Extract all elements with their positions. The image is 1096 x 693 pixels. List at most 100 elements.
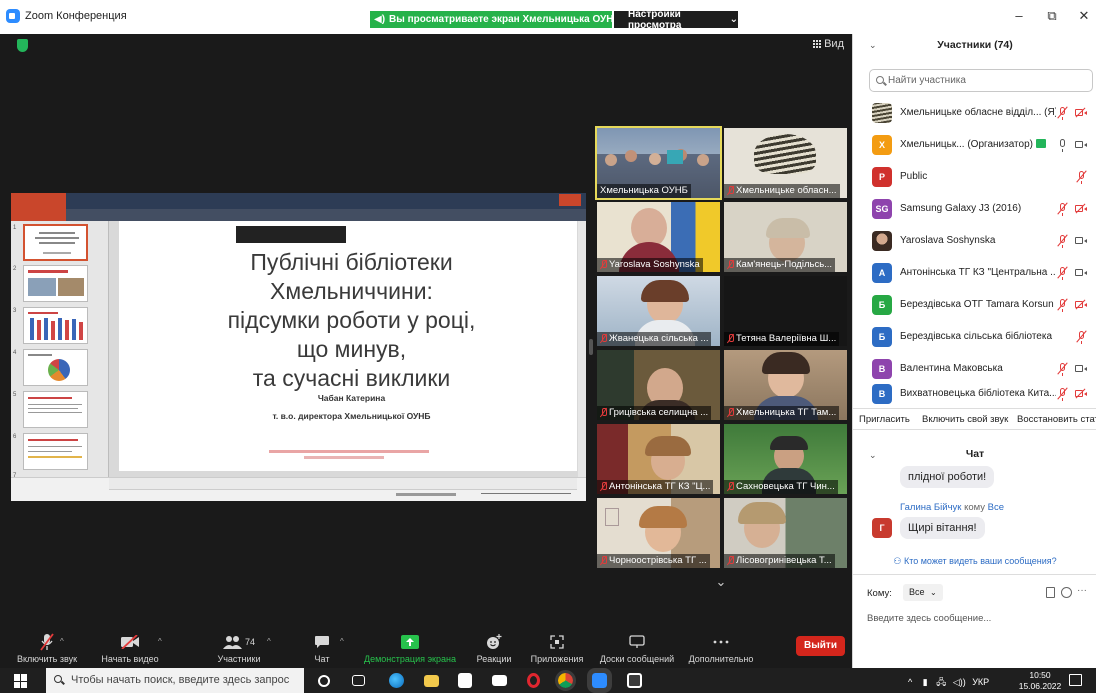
whiteboards-button[interactable]: Доски сообщений: [594, 628, 680, 668]
participant-row[interactable]: А Антонінська ТГ КЗ "Центральна ...: [853, 257, 1096, 289]
language-indicator[interactable]: УКР: [972, 677, 989, 687]
apps-button[interactable]: Приложения: [527, 628, 587, 668]
windows-start-icon[interactable]: [14, 674, 28, 688]
app-window-icon[interactable]: [627, 673, 642, 688]
participant-tile[interactable]: Антонінська ТГ КЗ "Ц...: [597, 424, 720, 494]
video-off-icon: [1075, 108, 1089, 118]
participant-row[interactable]: P Public: [853, 161, 1096, 193]
video-off-icon: [1075, 389, 1089, 399]
participant-tile[interactable]: Лісовогринівецька Т...: [724, 498, 847, 568]
tiles-scroll-down-button[interactable]: ⌄: [705, 570, 737, 594]
chat-sender-avatar: Г: [872, 518, 892, 538]
participant-row[interactable]: Б Берездівська ОТГ Tamara Korsun: [853, 289, 1096, 321]
tile-name-label: Тетяна Валеріївна Ш...: [724, 332, 840, 346]
shared-screen: 1 2 3 4 5 6 7 Публічні бібліотеки Хмельн…: [11, 193, 586, 501]
cortana-icon[interactable]: [318, 675, 330, 687]
volume-icon[interactable]: ◁)): [953, 677, 966, 687]
share-screen-icon: [401, 633, 419, 651]
participant-row[interactable]: Хмельницьке обласне відділ... (Я): [853, 97, 1096, 129]
participant-tile[interactable]: Чорноострівська ТГ ...: [597, 498, 720, 568]
more-dots-icon[interactable]: ···: [1077, 585, 1087, 596]
participant-tile[interactable]: Хмельницька ТГ Там...: [724, 350, 847, 420]
unmute-me-button[interactable]: Включить свой звук: [922, 414, 1008, 425]
participant-row[interactable]: Х Хмельницьк... (Организатор): [853, 129, 1096, 161]
notification-icon[interactable]: [1069, 674, 1082, 686]
reactions-button[interactable]: Реакции: [472, 628, 516, 668]
chat-button[interactable]: ^ Чат: [304, 628, 344, 668]
security-shield-icon[interactable]: [17, 39, 28, 52]
chevron-up-icon[interactable]: ^: [60, 637, 64, 646]
network-icon[interactable]: 🖧: [936, 677, 946, 687]
mail-icon[interactable]: [492, 675, 507, 686]
muted-mic-icon: [727, 333, 734, 344]
chat-recipient: Все: [987, 502, 1005, 513]
system-tray: ^ ▮ 🖧 ◁)) УКР: [908, 675, 989, 691]
participant-tile[interactable]: Хмельницька ОУНБ: [595, 126, 722, 200]
video-off-icon: ^: [120, 633, 162, 651]
thumb-number: 6: [13, 434, 17, 440]
invite-button[interactable]: Пригласить: [859, 414, 910, 425]
participant-tile[interactable]: Жванецька сільська ...: [597, 276, 720, 346]
close-button[interactable]: ✕: [1072, 8, 1096, 26]
participants-button[interactable]: 74 ^ Участники: [207, 628, 271, 668]
participant-row[interactable]: SG Samsung Galaxy J3 (2016): [853, 193, 1096, 225]
clock-date: 15.06.2022: [1018, 681, 1062, 691]
start-video-button[interactable]: ^ Начать видео: [96, 628, 164, 668]
participant-tile[interactable]: Тетяна Валеріївна Ш...: [724, 276, 847, 346]
usb-icon[interactable]: ▮: [923, 677, 928, 687]
chat-message-input[interactable]: [867, 608, 1087, 628]
restore-status-button[interactable]: Восстановить статус: [1017, 414, 1096, 425]
tile-name: Лісовогринівецька Т...: [736, 555, 832, 566]
more-button[interactable]: Дополнительно: [684, 628, 758, 668]
file-explorer-icon[interactable]: [424, 675, 439, 687]
participant-tile[interactable]: Кам'янець-Подільсь...: [724, 202, 847, 272]
participant-search-input[interactable]: Найти участника: [869, 69, 1093, 92]
chat-sender-name[interactable]: Галина Бійчук: [900, 502, 961, 513]
participant-tile[interactable]: Хмельницьке обласн...: [724, 128, 847, 198]
tile-name: Тетяна Валеріївна Ш...: [736, 333, 837, 344]
minimize-button[interactable]: –: [1007, 8, 1031, 26]
store-icon[interactable]: [458, 673, 472, 688]
taskbar-search-input[interactable]: Чтобы начать поиск, введите здесь запрос: [46, 668, 304, 693]
participant-tile[interactable]: Грицівська селищна ...: [597, 350, 720, 420]
participant-row[interactable]: Yaroslava Soshynska: [853, 225, 1096, 257]
participant-tile[interactable]: Сахновецька ТГ Чин...: [724, 424, 847, 494]
leave-meeting-button[interactable]: Выйти: [796, 636, 845, 656]
emoji-icon[interactable]: [1061, 587, 1072, 598]
video-on-icon: [1075, 140, 1089, 150]
tile-name: Yaroslava Soshynska: [609, 259, 700, 270]
tile-name: Кам'янець-Подільсь...: [736, 259, 833, 270]
share-screen-button[interactable]: Демонстрация экрана: [360, 628, 460, 668]
tile-name-label: Хмельницька ТГ Там...: [724, 406, 840, 420]
chat-recipient-value: Все: [909, 587, 925, 597]
participant-tile[interactable]: Yaroslava Soshynska: [597, 202, 720, 272]
participant-row[interactable]: В Вихватновецька бібліотека Кита...: [853, 378, 1096, 408]
edge-icon[interactable]: [389, 673, 404, 688]
chevron-up-icon[interactable]: ^: [267, 637, 271, 646]
taskbar-clock[interactable]: 10:50 15.06.2022: [1017, 670, 1063, 692]
participant-name: Антонінська ТГ КЗ "Центральна ...: [900, 267, 1056, 278]
splitter-handle[interactable]: [589, 339, 593, 355]
more-label: Дополнительно: [688, 654, 754, 664]
view-options-button[interactable]: Настройки просмотра ⌄: [614, 9, 738, 31]
restore-button[interactable]: ⧉: [1040, 8, 1064, 26]
chevron-up-icon[interactable]: ^: [158, 637, 162, 646]
who-can-see-link[interactable]: ⚇ Кто может видеть ваши сообщения?: [853, 556, 1096, 567]
chevron-up-icon[interactable]: ^: [908, 677, 912, 687]
chrome-icon[interactable]: [555, 670, 576, 691]
task-view-icon[interactable]: [352, 675, 365, 686]
chevron-up-icon[interactable]: ^: [340, 637, 344, 646]
opera-icon[interactable]: [527, 673, 540, 688]
tile-name: Антонінська ТГ КЗ "Ц...: [609, 481, 711, 492]
participant-row[interactable]: Б Берездівська сільська бібліотека: [853, 321, 1096, 353]
app-title: Zoom Конференция: [6, 9, 127, 23]
unmute-button[interactable]: ^ Включить звук: [12, 628, 82, 668]
chat-recipient-select[interactable]: Все ⌄: [903, 584, 943, 601]
ppt-status-bar: [11, 477, 586, 501]
title-bar: Zoom Конференция ◀) Вы просматриваете эк…: [0, 0, 1096, 34]
mic-muted-icon: [1058, 203, 1068, 216]
zoom-taskbar-icon[interactable]: [587, 668, 612, 693]
file-icon[interactable]: [1046, 587, 1055, 598]
view-button[interactable]: Вид: [812, 38, 844, 50]
search-icon: [876, 76, 884, 84]
